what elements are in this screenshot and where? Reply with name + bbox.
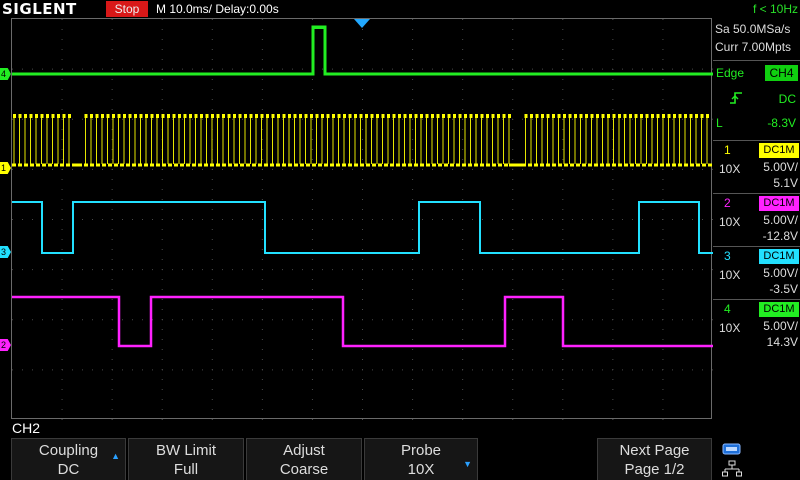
softkey-value: Coarse (279, 461, 329, 478)
softkey-label: BW Limit (156, 442, 216, 459)
channel-coupling-badge: DC1M (759, 302, 799, 317)
ch4-trace (12, 25, 713, 76)
waveform-traces (12, 19, 713, 348)
menu-channel-label: CH2 (12, 420, 41, 436)
channel-number: 3 (724, 249, 731, 263)
memory-depth: Curr 7.00Mpts (715, 40, 792, 54)
softkey-label: Next Page (619, 442, 690, 459)
channel-coupling-badge: DC1M (759, 143, 799, 158)
softkey-label: Coupling (38, 442, 99, 459)
ch4-marker[interactable]: 4 (0, 68, 11, 80)
ch2-marker[interactable]: 2 (0, 339, 11, 351)
channel-4-block[interactable]: 4 DC1M 10X 5.00V/14.3V (713, 299, 800, 351)
channel-number: 4 (724, 302, 731, 316)
trigger-level: -8.3V (767, 116, 796, 130)
channel-probe: 10X (719, 268, 741, 282)
trigger-type: Edge (716, 66, 745, 80)
top-status-bar: SIGLENT Stop M 10.0ms/ Delay:0.00s f < 1… (0, 0, 800, 18)
ch1-marker[interactable]: 1 (0, 162, 11, 174)
rising-edge-icon (730, 92, 742, 104)
channel-coupling-badge: DC1M (759, 196, 799, 211)
trigger-source: CH4 (765, 65, 798, 81)
ch4-pulse-top (312, 26, 326, 29)
trigger-panel[interactable]: Edge CH4 DC L -8.3V (713, 60, 800, 136)
channel-offset: 5.1V (773, 176, 798, 190)
softkey-label: Probe (400, 442, 442, 459)
channel-probe: 10X (719, 215, 741, 229)
ch2-trace (12, 295, 713, 348)
channel-coupling-badge: DC1M (759, 249, 799, 264)
timebase-readout[interactable]: M 10.0ms/ Delay:0.00s (156, 0, 279, 18)
channel-2-block[interactable]: 2 DC1M 10X 5.00V/ -12.8V (713, 193, 800, 245)
trigger-position-icon[interactable] (354, 19, 370, 28)
ch1-trace (12, 114, 713, 167)
channel-1-block[interactable]: 1 DC1M 10X 5.00V/5.1V (713, 140, 800, 192)
bw-limit-softkey[interactable]: BW Limit Full (128, 438, 244, 480)
trigger-level-label: L (716, 116, 723, 130)
channel-offset: -3.5V (769, 282, 798, 296)
coupling-softkey[interactable]: Coupling DC ▲ (11, 438, 126, 480)
frequency-counter: f < 10Hz (752, 2, 798, 16)
channel-scale: 5.00V/ (763, 266, 798, 280)
info-panel: Sa 50.0MSa/s Curr 7.00Mpts Edge CH4 DC L… (713, 18, 800, 436)
network-icon (722, 460, 742, 477)
ch3-marker[interactable]: 3 (0, 246, 11, 258)
channel-scale: 5.00V/ (763, 213, 798, 227)
channel-probe: 10X (719, 162, 741, 176)
arrow-up-icon: ▲ (111, 451, 120, 461)
trigger-coupling: DC (778, 92, 796, 106)
adjust-softkey[interactable]: Adjust Coarse (246, 438, 362, 480)
channel-scale: 5.00V/ (763, 160, 798, 174)
channel-scale: 5.00V/ (763, 319, 798, 333)
softkey-value: 10X (407, 461, 435, 478)
channel-number: 1 (724, 143, 731, 157)
sample-rate: Sa 50.0MSa/s (715, 22, 791, 36)
next-page-softkey[interactable]: Next Page Page 1/2 (597, 438, 712, 480)
arrow-down-icon: ▼ (463, 459, 472, 469)
probe-softkey[interactable]: Probe 10X ▼ (364, 438, 478, 480)
channel-number: 2 (724, 196, 731, 210)
ch3-trace (12, 201, 713, 254)
softkey-value: DC (57, 461, 80, 478)
brand-logo: SIGLENT (2, 0, 77, 18)
softkey-label: Adjust (283, 442, 325, 459)
softkey-value: Full (173, 461, 199, 478)
channel-probe: 10X (719, 321, 741, 335)
run-stop-indicator[interactable]: Stop (106, 1, 148, 17)
softkey-value: Page 1/2 (624, 461, 685, 478)
channel-offset: -12.8V (762, 229, 798, 243)
channel-offset: 14.3V (766, 335, 798, 349)
status-icons (718, 440, 798, 480)
waveform-display[interactable] (11, 18, 713, 420)
channel-3-block[interactable]: 3 DC1M 10X 5.00V/ -3.5V (713, 246, 800, 298)
usb-icon (722, 443, 741, 455)
